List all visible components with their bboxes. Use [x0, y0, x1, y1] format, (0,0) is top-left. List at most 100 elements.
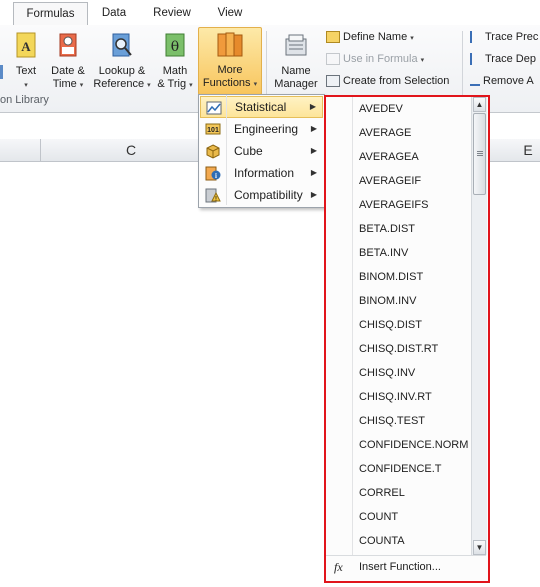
- use-in-formula-dropdown-arrow: ▾: [420, 57, 425, 64]
- function-item[interactable]: CHISQ.INV.RT: [359, 385, 432, 409]
- date-time-dropdown-arrow: ▾: [79, 82, 84, 89]
- date-time-button[interactable]: Date & Time ▾: [48, 29, 88, 95]
- function-item[interactable]: CHISQ.INV: [359, 361, 415, 385]
- menu-item-statistical[interactable]: Statistical ▶: [200, 96, 323, 118]
- function-item[interactable]: AVERAGEIF: [359, 169, 421, 193]
- function-item[interactable]: BINOM.INV: [359, 289, 416, 313]
- trace-precedents-button[interactable]: Trace Prec: [470, 28, 538, 46]
- date-time-label: Date &: [51, 65, 85, 77]
- text-button[interactable]: A Text ▾: [10, 29, 42, 95]
- define-name-label: Define Name: [343, 31, 408, 43]
- math-dropdown-arrow: ▾: [189, 82, 193, 89]
- text-dropdown-arrow: ▾: [24, 82, 28, 89]
- math-trig-button[interactable]: θ Math & Trig ▾: [156, 29, 194, 95]
- text-label: Text: [15, 65, 37, 77]
- trace-dependents-label: Trace Dep: [485, 53, 536, 65]
- fx-icon: fx: [334, 560, 343, 574]
- function-item[interactable]: BETA.DIST: [359, 217, 415, 241]
- use-in-formula-button[interactable]: Use in Formula ▾: [326, 50, 424, 68]
- info-icon: i: [205, 166, 221, 181]
- submenu-arrow-icon: ▶: [309, 102, 316, 111]
- column-header-c[interactable]: C: [41, 139, 222, 161]
- svg-text:i: i: [215, 172, 217, 180]
- more-functions-dropdown-arrow: ▾: [253, 81, 258, 88]
- name-manager-icon: [285, 34, 307, 56]
- function-item[interactable]: COUNTA: [359, 529, 405, 553]
- insert-function-item[interactable]: fx Insert Function...: [326, 555, 486, 580]
- tab-formulas[interactable]: Formulas: [13, 2, 88, 26]
- statistical-function-list: AVEDEV AVERAGE AVERAGEA AVERAGEIF AVERAGEIFS…: [324, 95, 490, 583]
- insert-function-label: Insert Function...: [359, 561, 441, 573]
- name-manager-label-2: Manager: [274, 78, 318, 90]
- remove-arrows-label: Remove A: [483, 75, 534, 87]
- thumb-grip-line: [477, 151, 483, 152]
- function-library-group-label: on Library: [0, 94, 49, 106]
- menu-item-engineering[interactable]: 101 Engineering ▶: [200, 118, 323, 140]
- create-from-selection-button[interactable]: Create from Selection: [326, 72, 449, 90]
- function-item[interactable]: CHISQ.DIST: [359, 313, 422, 337]
- lookup-label: Lookup &: [98, 65, 146, 77]
- list-icon-gutter: [352, 97, 353, 555]
- more-functions-menu: Statistical ▶ 101 Engineering ▶ Cube ▶ i…: [198, 94, 325, 208]
- thumb-grip-line: [477, 155, 483, 156]
- function-item[interactable]: AVERAGEIFS: [359, 193, 428, 217]
- function-item[interactable]: AVERAGEA: [359, 145, 419, 169]
- math-label-2: & Trig: [157, 78, 187, 90]
- lookup-label-2: Reference: [93, 78, 145, 90]
- calendar-clock-icon: [59, 33, 77, 57]
- financial-icon-edge: [0, 65, 3, 79]
- define-name-button[interactable]: Define Name ▾: [326, 28, 414, 46]
- create-from-selection-label: Create from Selection: [343, 75, 450, 87]
- cube-icon: [206, 144, 220, 159]
- menu-item-compatibility[interactable]: ! Compatibility ▶: [200, 184, 323, 206]
- scroll-down-button[interactable]: ▼: [473, 540, 486, 555]
- function-item[interactable]: AVEDEV: [359, 97, 403, 121]
- function-item[interactable]: BETA.INV: [359, 241, 408, 265]
- function-item[interactable]: CONFIDENCE.T: [359, 457, 442, 481]
- tab-review[interactable]: Review: [148, 5, 196, 25]
- tab-view[interactable]: View: [211, 5, 249, 25]
- date-time-label-2: Time: [52, 78, 77, 90]
- more-functions-button[interactable]: More Functions ▾: [198, 27, 262, 95]
- function-item[interactable]: CHISQ.TEST: [359, 409, 425, 433]
- column-header-e[interactable]: E: [488, 139, 540, 161]
- books-icon: [217, 32, 243, 57]
- function-item[interactable]: CHISQ.DIST.RT: [359, 337, 438, 361]
- function-item[interactable]: CORREL: [359, 481, 405, 505]
- svg-text:A: A: [21, 39, 31, 54]
- svg-text:101: 101: [207, 127, 219, 134]
- function-list-scrollbar[interactable]: ▲ ▼: [471, 97, 487, 555]
- svg-text:θ: θ: [171, 39, 179, 55]
- submenu-arrow-icon: ▶: [310, 190, 317, 199]
- define-name-icon: [326, 31, 340, 44]
- trace-dependents-button[interactable]: Trace Dep: [470, 50, 536, 68]
- menu-item-information[interactable]: i Information ▶: [200, 162, 323, 184]
- menu-label-compatibility: Compatibility: [234, 188, 303, 202]
- menu-label-statistical: Statistical: [235, 100, 287, 114]
- more-functions-label: More: [217, 64, 243, 76]
- function-item[interactable]: CONFIDENCE.NORM: [359, 433, 468, 457]
- text-icon: A: [16, 32, 36, 58]
- scroll-up-button[interactable]: ▲: [473, 97, 486, 112]
- name-manager-label: Name: [281, 65, 311, 77]
- column-header-b[interactable]: [0, 139, 41, 161]
- function-item[interactable]: COUNT: [359, 505, 398, 529]
- chart-icon: [206, 101, 222, 115]
- name-manager-button[interactable]: Name Manager: [270, 29, 322, 95]
- math-label: Math: [162, 65, 188, 77]
- function-item[interactable]: AVERAGE: [359, 121, 411, 145]
- menu-item-cube[interactable]: Cube ▶: [200, 140, 323, 162]
- menu-icon-gutter: [226, 95, 227, 205]
- compatibility-icon: !: [205, 188, 221, 203]
- lookup-reference-button[interactable]: Lookup & Reference ▾: [92, 29, 152, 95]
- thumb-grip-line: [477, 153, 483, 154]
- tab-data[interactable]: Data: [96, 5, 132, 25]
- create-from-selection-icon: [326, 75, 340, 88]
- remove-arrows-button[interactable]: Remove A: [470, 72, 534, 90]
- use-in-formula-label: Use in Formula: [343, 53, 418, 65]
- function-item[interactable]: BINOM.DIST: [359, 265, 423, 289]
- submenu-arrow-icon: ▶: [310, 168, 317, 177]
- scroll-thumb[interactable]: [473, 113, 486, 195]
- submenu-arrow-icon: ▶: [310, 124, 317, 133]
- remove-arrows-icon: [470, 76, 480, 87]
